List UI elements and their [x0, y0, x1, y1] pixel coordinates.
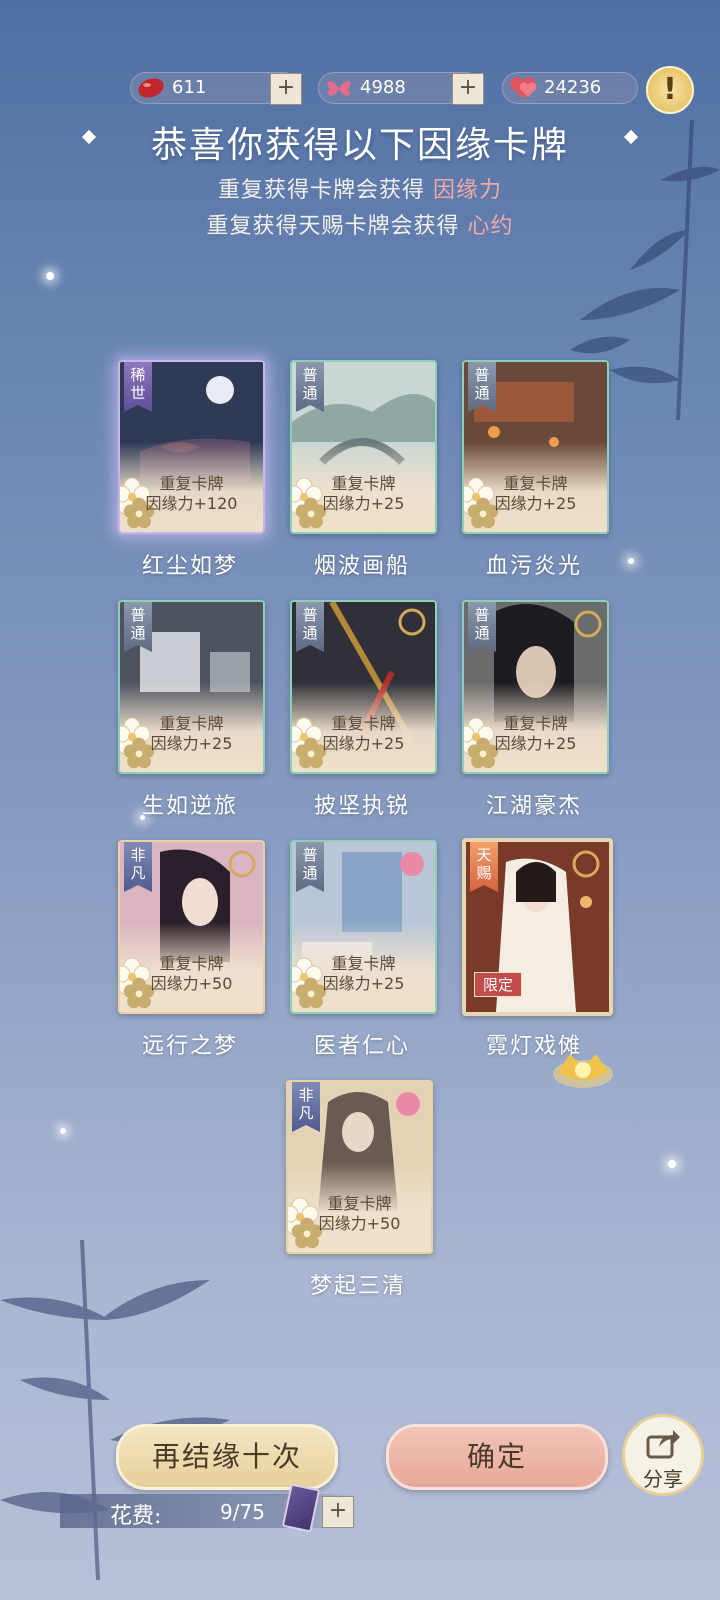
- share-label: 分享: [643, 1467, 683, 1491]
- card-reward: 因缘力+25: [322, 494, 405, 513]
- share-button[interactable]: 分享: [622, 1414, 704, 1496]
- card[interactable]: 稀世 重复卡牌 因缘力+120: [118, 360, 265, 534]
- card-duplicate-label: 重复卡牌: [159, 954, 224, 973]
- sparkle: [668, 1160, 676, 1168]
- add-red-bean-button[interactable]: +: [270, 73, 302, 105]
- card[interactable]: 普通 重复卡牌 因缘力+25: [290, 840, 437, 1014]
- cost-value: 9/75: [220, 1500, 265, 1524]
- card-reward: 因缘力+25: [150, 734, 233, 753]
- limited-badge: 限定: [474, 972, 523, 997]
- card[interactable]: 天赐 限定: [462, 838, 613, 1016]
- card-duplicate-label: 重复卡牌: [159, 474, 224, 493]
- card[interactable]: 非凡 重复卡牌 因缘力+50: [118, 840, 265, 1014]
- card-rarity-tag: 普通: [468, 602, 496, 652]
- card-duplicate-label: 重复卡牌: [503, 714, 568, 733]
- card[interactable]: 普通 重复卡牌 因缘力+25: [462, 600, 609, 774]
- page-title: 恭喜你获得以下因缘卡牌: [150, 125, 569, 166]
- card-rarity-tag: 非凡: [292, 1082, 320, 1132]
- red-bean-icon: [138, 78, 164, 98]
- card-reward: 因缘力+25: [494, 734, 577, 753]
- currency-heart: 24236: [502, 72, 638, 104]
- subtitle-text: 重复获得卡牌会获得: [217, 178, 425, 203]
- card-duplicate-label: 重复卡牌: [331, 474, 396, 493]
- card-rarity-tag: 普通: [124, 602, 152, 652]
- card-name: 医者仁心: [313, 1034, 410, 1059]
- card-reward: 因缘力+50: [318, 1214, 401, 1233]
- card[interactable]: 普通 重复卡牌 因缘力+25: [290, 600, 437, 774]
- card-reward: 因缘力+50: [150, 974, 233, 993]
- sparkle: [628, 558, 634, 564]
- subtitle-text: 重复获得天赐卡牌会获得: [206, 214, 460, 239]
- card-reward: 因缘力+25: [322, 974, 405, 993]
- card-name: 生如逆旅: [141, 794, 238, 819]
- alert-icon[interactable]: !: [646, 66, 694, 114]
- currency-value: 24236: [544, 77, 602, 98]
- card[interactable]: 普通 重复卡牌 因缘力+25: [290, 360, 437, 534]
- card[interactable]: 普通 重复卡牌 因缘力+25: [462, 360, 609, 534]
- currency-red-bean: 611 +: [130, 72, 302, 105]
- card-reward: 因缘力+25: [322, 734, 405, 753]
- card-duplicate-label: 重复卡牌: [503, 474, 568, 493]
- card-rarity-tag: 非凡: [124, 842, 152, 892]
- sparkle: [60, 1128, 66, 1134]
- card-duplicate-label: 重复卡牌: [159, 714, 224, 733]
- card-duplicate-label: 重复卡牌: [331, 714, 396, 733]
- share-icon: [646, 1430, 680, 1459]
- card-name: 血污炎光: [485, 554, 582, 579]
- card[interactable]: 普通 重复卡牌 因缘力+25: [118, 600, 265, 774]
- card-rarity-tag: 稀世: [124, 362, 152, 412]
- card-name: 披坚执锐: [313, 794, 410, 819]
- card-name: 江湖豪杰: [485, 794, 582, 819]
- card-reward: 因缘力+25: [494, 494, 577, 513]
- card-rarity-tag: 天赐: [470, 842, 498, 892]
- subtitle-line-2: 重复获得天赐卡牌会获得 心约: [0, 208, 720, 240]
- card-rarity-tag: 普通: [468, 362, 496, 412]
- lantern-icon: [553, 1054, 613, 1088]
- subtitle-line-1: 重复获得卡牌会获得 因缘力: [0, 172, 720, 204]
- card-duplicate-label: 重复卡牌: [327, 1194, 392, 1213]
- subtitle-highlight: 心约: [467, 214, 514, 239]
- confirm-button[interactable]: 确定: [386, 1424, 608, 1490]
- card-rarity-tag: 普通: [296, 362, 324, 412]
- card[interactable]: 非凡 重复卡牌 因缘力+50: [286, 1080, 433, 1254]
- cost-label: 花费:: [110, 1504, 162, 1529]
- card-rarity-tag: 普通: [296, 602, 324, 652]
- sparkle: [46, 272, 54, 280]
- card-rarity-tag: 普通: [296, 842, 324, 892]
- heart-icon: [510, 77, 537, 99]
- butterfly-icon: [327, 81, 351, 96]
- currency-butterfly: 4988 +: [318, 72, 484, 105]
- subtitle-highlight: 因缘力: [433, 178, 503, 203]
- currency-value: 611: [172, 77, 207, 98]
- card-name: 烟波画船: [313, 554, 410, 579]
- card-duplicate-label: 重复卡牌: [331, 954, 396, 973]
- currency-value: 4988: [360, 77, 406, 98]
- add-ticket-button[interactable]: +: [322, 1496, 354, 1528]
- card-reward: 因缘力+120: [145, 494, 238, 513]
- card-name: 梦起三清: [309, 1274, 406, 1299]
- draw-again-button[interactable]: 再结缘十次: [116, 1424, 338, 1490]
- add-butterfly-button[interactable]: +: [452, 73, 484, 105]
- card-name: 红尘如梦: [141, 554, 238, 579]
- card-name: 远行之梦: [141, 1034, 238, 1059]
